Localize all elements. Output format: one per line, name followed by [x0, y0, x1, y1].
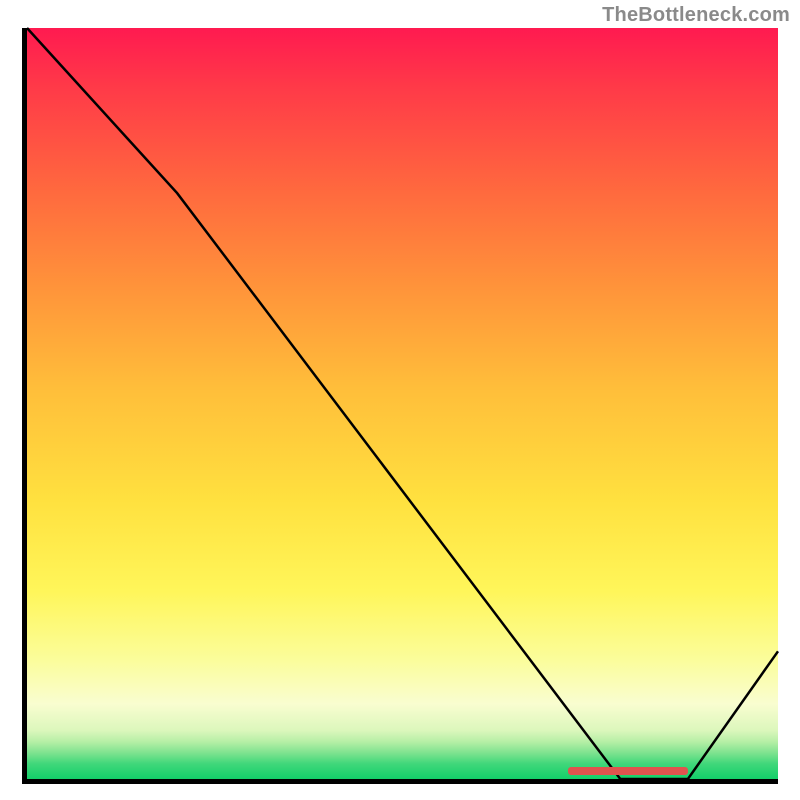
curve-path [27, 28, 778, 779]
optimal-range-marker [568, 767, 688, 775]
bottleneck-curve [27, 28, 778, 779]
attribution-label: TheBottleneck.com [602, 4, 790, 27]
chart-plot-area [22, 28, 778, 784]
